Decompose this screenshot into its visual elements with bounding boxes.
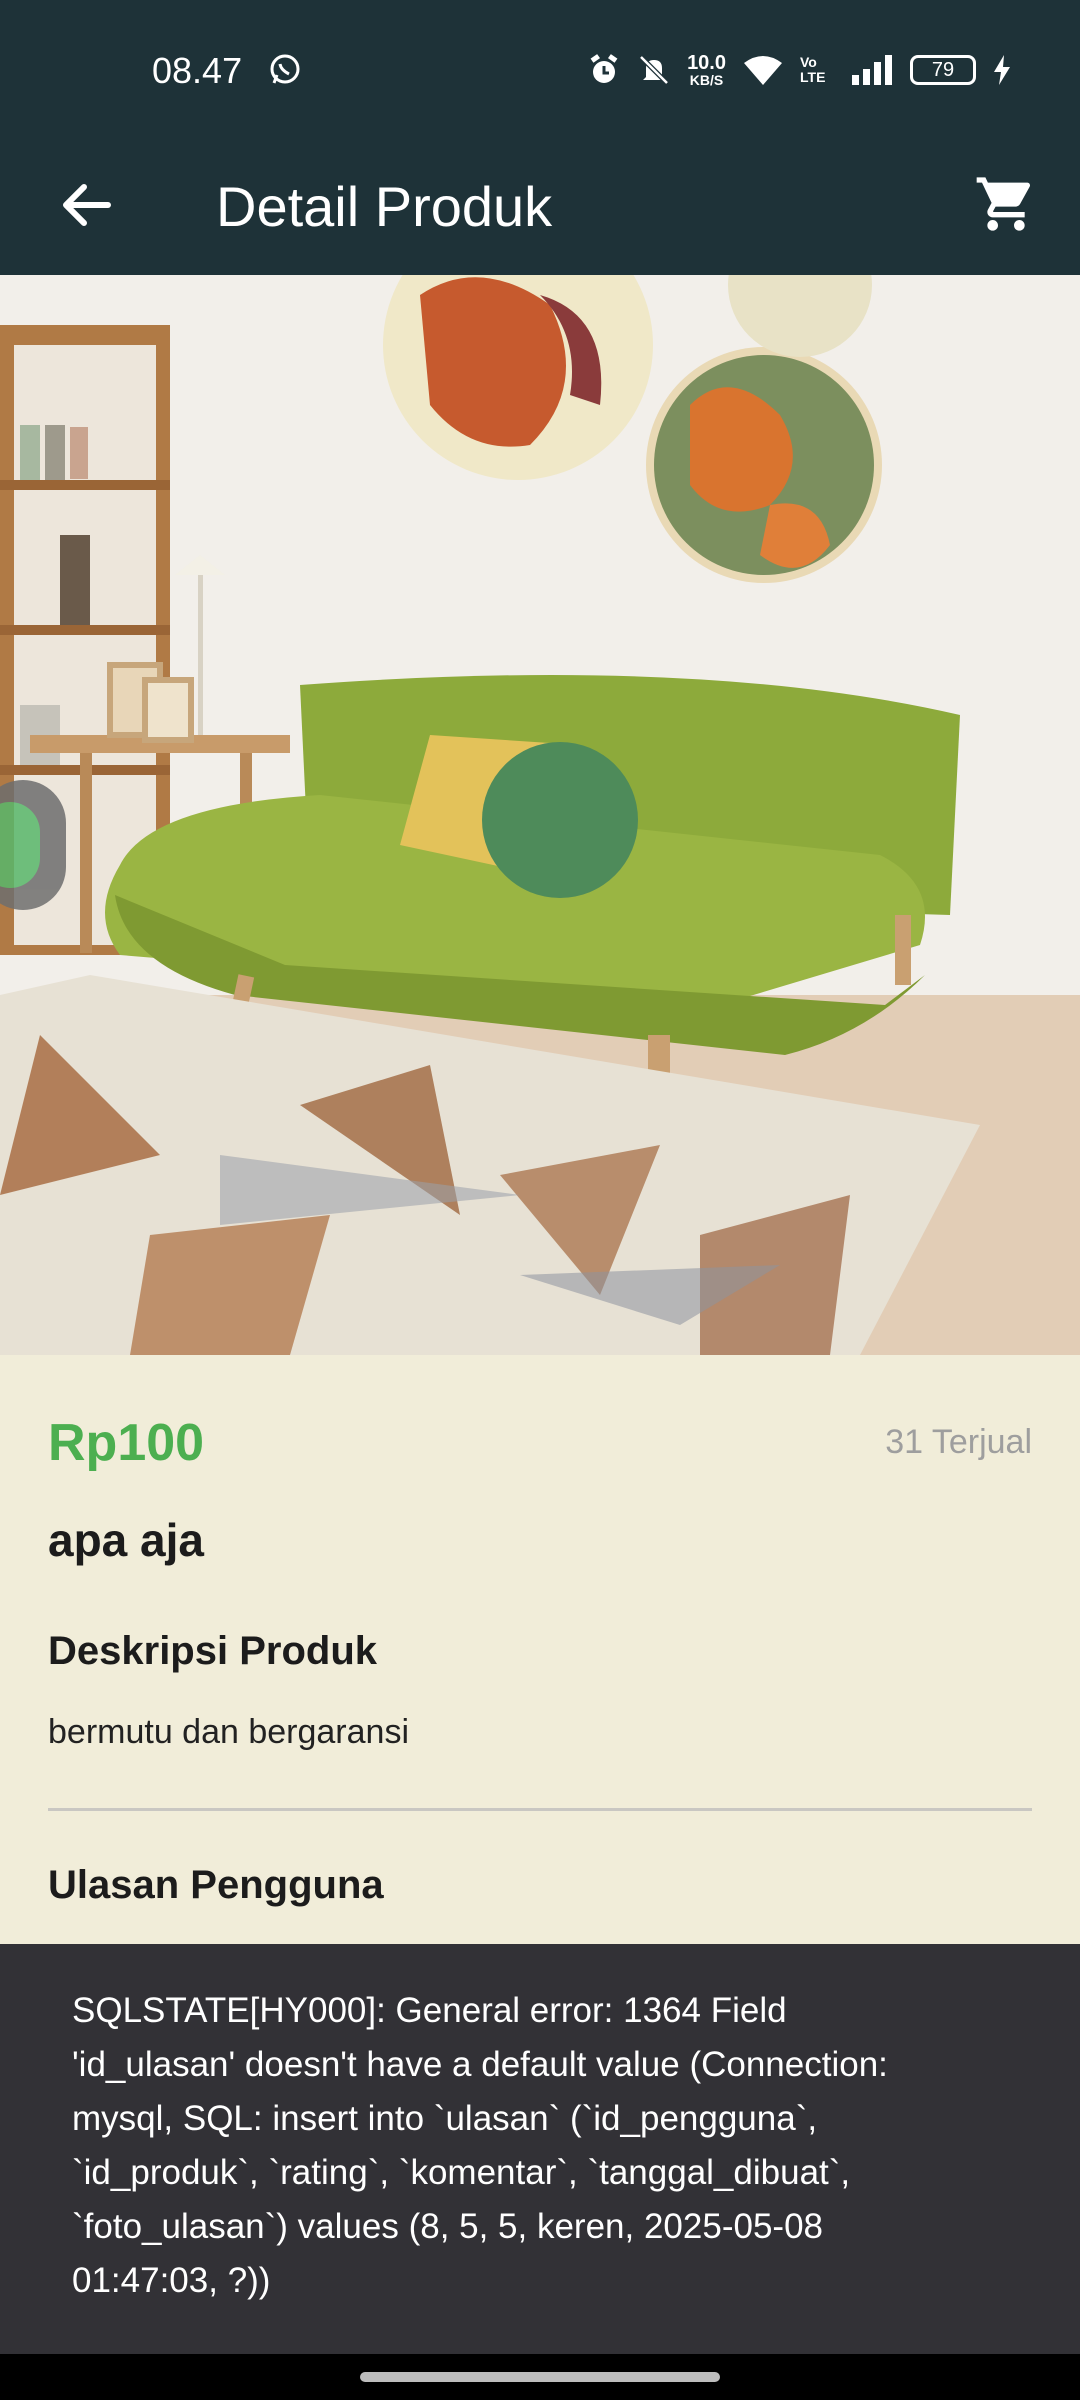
- error-message: SQLSTATE[HY000]: General error: 1364 Fie…: [72, 1991, 888, 2300]
- product-price: Rp100: [48, 1414, 205, 1472]
- system-nav-bar: [0, 2354, 1080, 2400]
- status-bar: 08.47 10.0 KB/S Vo LTE 79: [0, 0, 1080, 140]
- description-heading: Deskripsi Produk: [48, 1629, 378, 1673]
- mute-icon: [639, 55, 669, 85]
- battery-icon: 79: [910, 55, 976, 85]
- signal-icon: [852, 55, 892, 85]
- shopping-cart-icon: [976, 177, 1031, 231]
- wifi-icon: [744, 56, 782, 85]
- battery-level: 79: [931, 59, 955, 81]
- arrow-back-icon: [63, 184, 111, 226]
- divider: [48, 1808, 1032, 1811]
- error-snackbar: SQLSTATE[HY000]: General error: 1364 Fie…: [0, 1944, 1080, 2354]
- page-title: Detail Produk: [216, 175, 553, 238]
- network-speed: 10.0 KB/S: [687, 53, 726, 87]
- alarm-icon: [590, 54, 618, 83]
- product-name: apa aja: [48, 1514, 204, 1566]
- home-gesture-bar[interactable]: [360, 2372, 720, 2382]
- chat-bubble-icon: [0, 802, 40, 888]
- cart-button[interactable]: [964, 162, 1048, 246]
- whatsapp-icon: [270, 54, 300, 84]
- status-time: 08.47: [152, 50, 243, 91]
- description-text: bermutu dan bergaransi: [48, 1713, 410, 1751]
- app-bar: Detail Produk: [0, 140, 1080, 275]
- status-icons: 10.0 KB/S Vo LTE 79: [587, 48, 1012, 92]
- product-image: [0, 275, 1080, 1355]
- charging-icon: [994, 55, 1010, 85]
- reviews-heading: Ulasan Pengguna: [48, 1863, 384, 1907]
- product-info: Rp100 31 Terjual apa aja Deskripsi Produ…: [0, 1355, 1080, 1945]
- network-speed-unit: KB/S: [689, 72, 724, 88]
- network-speed-value: 10.0: [687, 52, 726, 74]
- volte-indicator: Vo LTE: [800, 54, 826, 85]
- product-photo: [0, 275, 1080, 1355]
- back-button[interactable]: [46, 165, 126, 245]
- sold-count: 31 Terjual: [885, 1423, 1032, 1461]
- floating-chat-bubble[interactable]: [0, 780, 66, 910]
